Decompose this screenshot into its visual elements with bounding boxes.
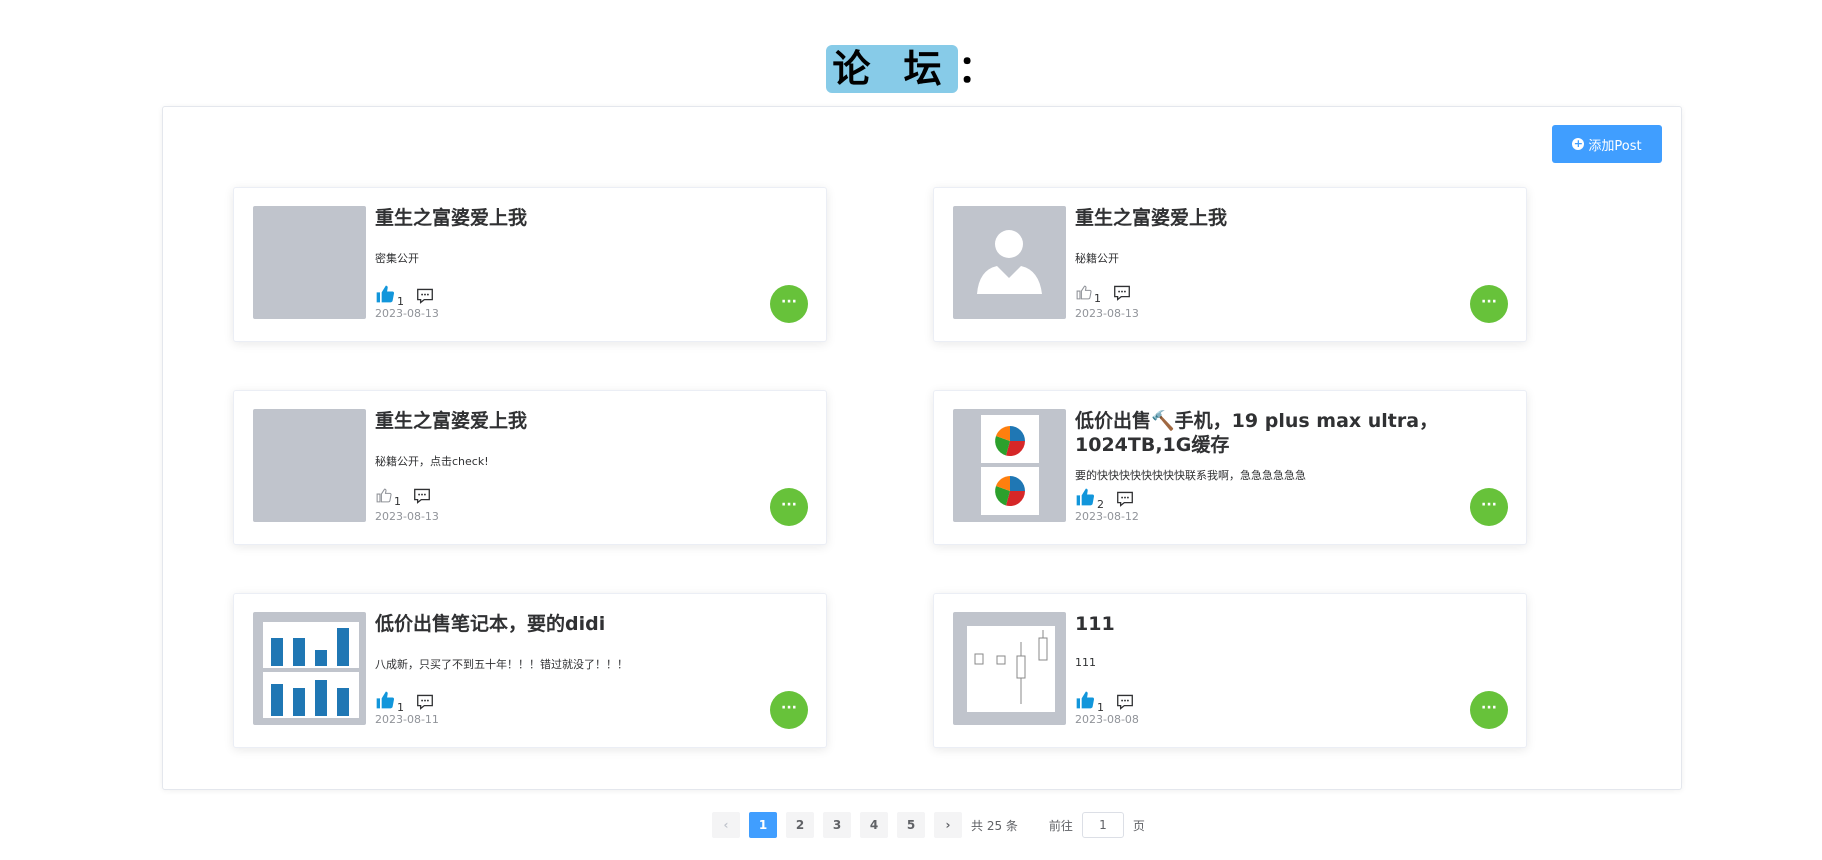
post-thumbnail[interactable] (953, 612, 1066, 725)
page-title-suffix: ： (957, 47, 996, 91)
post-card[interactable]: 重生之富婆爱上我秘籍公开，点击check! 1 2023-08-13 ··· (233, 390, 827, 545)
more-button[interactable]: ··· (770, 488, 808, 526)
forum-panel: + 添加Post 重生之富婆爱上我 密集公开 1 2023-08-13 ··· 重生之富婆… (162, 106, 1682, 790)
post-title[interactable]: 111 (1075, 612, 1455, 636)
pagination-page-5[interactable]: 5 (897, 812, 925, 838)
post-title[interactable]: 重生之富婆爱上我 (1075, 206, 1455, 230)
comment-icon[interactable] (1116, 694, 1134, 714)
plus-circle-icon: + (1572, 137, 1585, 150)
post-thumbnail[interactable] (253, 409, 366, 522)
post-thumbnail[interactable] (953, 409, 1066, 522)
post-date: 2023-08-12 (1075, 510, 1139, 523)
comment-icon[interactable] (1113, 285, 1131, 305)
more-button[interactable]: ··· (1470, 285, 1508, 323)
comment-icon[interactable] (416, 694, 434, 714)
page-title: 论 坛： (0, 38, 1822, 93)
like-button[interactable]: 1 (375, 284, 404, 308)
post-date: 2023-08-08 (1075, 713, 1139, 726)
post-description: 要的快快快快快快快快联系我啊，急急急急急急 (1075, 469, 1306, 482)
post-date: 2023-08-13 (375, 510, 439, 523)
post-description: 秘籍公开，点击check! (375, 455, 489, 468)
comment-icon[interactable] (416, 288, 434, 308)
like-button[interactable]: 1 (1075, 690, 1104, 714)
post-title[interactable]: 重生之富婆爱上我 (375, 409, 755, 433)
pagination-prev-button[interactable]: ‹ (712, 812, 740, 838)
post-date: 2023-08-13 (375, 307, 439, 320)
more-button[interactable]: ··· (1470, 691, 1508, 729)
thumbs-up-icon (1075, 690, 1095, 714)
post-card[interactable]: 重生之富婆爱上我密集公开 1 2023-08-13 ··· (233, 187, 827, 342)
page-title-highlight: 论 坛 (826, 45, 958, 93)
post-description: 密集公开 (375, 252, 419, 265)
more-button[interactable]: ··· (1470, 488, 1508, 526)
thumbs-up-icon (375, 284, 395, 308)
pagination-total: 共 25 条 (971, 818, 1018, 833)
thumbs-up-icon (1075, 487, 1095, 511)
add-post-button[interactable]: + 添加Post (1552, 125, 1662, 163)
pagination-goto-suffix: 页 (1132, 818, 1145, 833)
post-title[interactable]: 低价出售🔨手机，19 plus max ultra，1024TB,1G缓存 (1075, 409, 1455, 457)
post-description: 八成新，只买了不到五十年！！！错过就没了！！！ (375, 658, 628, 671)
post-thumbnail[interactable] (953, 206, 1066, 319)
pagination-page-2[interactable]: 2 (786, 812, 814, 838)
post-date: 2023-08-13 (1075, 307, 1139, 320)
more-button[interactable]: ··· (770, 691, 808, 729)
thumbs-up-icon (375, 690, 395, 714)
post-card[interactable]: 重生之富婆爱上我秘籍公开 1 2023-08-13 ··· (933, 187, 1527, 342)
like-button[interactable]: 1 (375, 487, 401, 508)
comment-icon[interactable] (413, 488, 431, 508)
pagination-page-3[interactable]: 3 (823, 812, 851, 838)
like-button[interactable]: 2 (1075, 487, 1104, 511)
pagination-page-4[interactable]: 4 (860, 812, 888, 838)
add-post-label: 添加Post (1588, 138, 1642, 154)
thumbs-up-icon (1075, 284, 1092, 305)
like-button[interactable]: 1 (375, 690, 404, 714)
pagination-goto-input[interactable] (1081, 812, 1124, 838)
post-thumbnail[interactable] (253, 206, 366, 319)
post-card[interactable]: 低价出售🔨手机，19 plus max ultra，1024TB,1G缓存要的快… (933, 390, 1527, 545)
pagination: ‹ 1 2 3 4 5 › 共 25 条 前往 页 (712, 812, 1145, 838)
post-description: 111 (1075, 656, 1096, 669)
post-card[interactable]: 111 111 1 2023-08-08 ··· (933, 593, 1527, 748)
post-description: 秘籍公开 (1075, 252, 1119, 265)
thumbs-up-icon (375, 487, 392, 508)
pagination-next-button[interactable]: › (934, 812, 962, 838)
pagination-page-1[interactable]: 1 (749, 812, 777, 838)
post-thumbnail[interactable] (253, 612, 366, 725)
post-date: 2023-08-11 (375, 713, 439, 726)
post-title[interactable]: 重生之富婆爱上我 (375, 206, 755, 230)
like-count: 1 (394, 495, 401, 508)
like-button[interactable]: 1 (1075, 284, 1101, 305)
like-count: 1 (1094, 292, 1101, 305)
post-title[interactable]: 低价出售笔记本，要的didi (375, 612, 755, 636)
more-button[interactable]: ··· (770, 285, 808, 323)
post-card[interactable]: 低价出售笔记本，要的didi 八成新，只买了不到五十年！！！错过就没了！！！ 1 20… (233, 593, 827, 748)
pagination-goto-prefix: 前往 (1048, 818, 1073, 833)
comment-icon[interactable] (1116, 491, 1134, 511)
